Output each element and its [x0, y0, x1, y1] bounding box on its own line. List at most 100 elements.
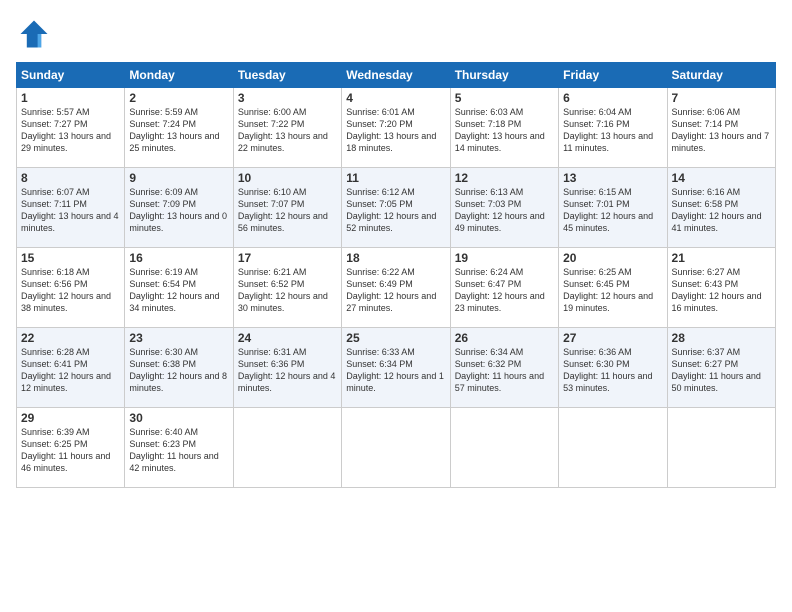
calendar-day-cell: 1 Sunrise: 5:57 AMSunset: 7:27 PMDayligh…	[17, 88, 125, 168]
calendar-day-cell: 8 Sunrise: 6:07 AMSunset: 7:11 PMDayligh…	[17, 168, 125, 248]
day-number: 5	[455, 91, 554, 105]
day-number: 23	[129, 331, 228, 345]
day-number: 4	[346, 91, 445, 105]
day-number: 28	[672, 331, 771, 345]
calendar-day-cell: 20 Sunrise: 6:25 AMSunset: 6:45 PMDaylig…	[559, 248, 667, 328]
calendar-day-cell: 22 Sunrise: 6:28 AMSunset: 6:41 PMDaylig…	[17, 328, 125, 408]
day-info: Sunrise: 6:10 AMSunset: 7:07 PMDaylight:…	[238, 186, 337, 235]
day-info: Sunrise: 6:25 AMSunset: 6:45 PMDaylight:…	[563, 266, 662, 315]
day-info: Sunrise: 6:34 AMSunset: 6:32 PMDaylight:…	[455, 346, 554, 395]
weekday-header: Saturday	[667, 63, 775, 88]
day-info: Sunrise: 6:22 AMSunset: 6:49 PMDaylight:…	[346, 266, 445, 315]
day-number: 30	[129, 411, 228, 425]
calendar-day-cell	[342, 408, 450, 488]
calendar-day-cell: 2 Sunrise: 5:59 AMSunset: 7:24 PMDayligh…	[125, 88, 233, 168]
calendar-day-cell	[667, 408, 775, 488]
calendar-day-cell: 15 Sunrise: 6:18 AMSunset: 6:56 PMDaylig…	[17, 248, 125, 328]
day-info: Sunrise: 5:59 AMSunset: 7:24 PMDaylight:…	[129, 106, 228, 155]
day-info: Sunrise: 6:16 AMSunset: 6:58 PMDaylight:…	[672, 186, 771, 235]
day-info: Sunrise: 6:31 AMSunset: 6:36 PMDaylight:…	[238, 346, 337, 395]
calendar-day-cell: 29 Sunrise: 6:39 AMSunset: 6:25 PMDaylig…	[17, 408, 125, 488]
day-info: Sunrise: 6:13 AMSunset: 7:03 PMDaylight:…	[455, 186, 554, 235]
calendar-day-cell: 6 Sunrise: 6:04 AMSunset: 7:16 PMDayligh…	[559, 88, 667, 168]
day-number: 3	[238, 91, 337, 105]
day-info: Sunrise: 6:33 AMSunset: 6:34 PMDaylight:…	[346, 346, 445, 395]
day-number: 14	[672, 171, 771, 185]
day-info: Sunrise: 6:12 AMSunset: 7:05 PMDaylight:…	[346, 186, 445, 235]
weekday-header: Friday	[559, 63, 667, 88]
day-number: 25	[346, 331, 445, 345]
calendar-week-row: 15 Sunrise: 6:18 AMSunset: 6:56 PMDaylig…	[17, 248, 776, 328]
calendar-week-row: 22 Sunrise: 6:28 AMSunset: 6:41 PMDaylig…	[17, 328, 776, 408]
calendar-day-cell: 5 Sunrise: 6:03 AMSunset: 7:18 PMDayligh…	[450, 88, 558, 168]
calendar-day-cell: 10 Sunrise: 6:10 AMSunset: 7:07 PMDaylig…	[233, 168, 341, 248]
day-info: Sunrise: 6:30 AMSunset: 6:38 PMDaylight:…	[129, 346, 228, 395]
weekday-header: Monday	[125, 63, 233, 88]
calendar-day-cell	[559, 408, 667, 488]
day-number: 21	[672, 251, 771, 265]
weekday-header: Wednesday	[342, 63, 450, 88]
calendar-header-row: SundayMondayTuesdayWednesdayThursdayFrid…	[17, 63, 776, 88]
day-info: Sunrise: 6:39 AMSunset: 6:25 PMDaylight:…	[21, 426, 120, 475]
day-number: 15	[21, 251, 120, 265]
calendar-day-cell: 19 Sunrise: 6:24 AMSunset: 6:47 PMDaylig…	[450, 248, 558, 328]
calendar-day-cell: 13 Sunrise: 6:15 AMSunset: 7:01 PMDaylig…	[559, 168, 667, 248]
calendar-day-cell	[450, 408, 558, 488]
page: SundayMondayTuesdayWednesdayThursdayFrid…	[0, 0, 792, 612]
calendar-day-cell: 9 Sunrise: 6:09 AMSunset: 7:09 PMDayligh…	[125, 168, 233, 248]
day-number: 18	[346, 251, 445, 265]
day-number: 10	[238, 171, 337, 185]
calendar-day-cell: 30 Sunrise: 6:40 AMSunset: 6:23 PMDaylig…	[125, 408, 233, 488]
day-info: Sunrise: 6:27 AMSunset: 6:43 PMDaylight:…	[672, 266, 771, 315]
calendar-day-cell: 26 Sunrise: 6:34 AMSunset: 6:32 PMDaylig…	[450, 328, 558, 408]
day-number: 6	[563, 91, 662, 105]
calendar-day-cell: 23 Sunrise: 6:30 AMSunset: 6:38 PMDaylig…	[125, 328, 233, 408]
logo-icon	[16, 16, 52, 52]
calendar-day-cell: 14 Sunrise: 6:16 AMSunset: 6:58 PMDaylig…	[667, 168, 775, 248]
day-info: Sunrise: 6:24 AMSunset: 6:47 PMDaylight:…	[455, 266, 554, 315]
day-number: 24	[238, 331, 337, 345]
logo	[16, 16, 56, 52]
calendar-day-cell: 16 Sunrise: 6:19 AMSunset: 6:54 PMDaylig…	[125, 248, 233, 328]
weekday-header: Tuesday	[233, 63, 341, 88]
day-number: 20	[563, 251, 662, 265]
calendar-day-cell: 24 Sunrise: 6:31 AMSunset: 6:36 PMDaylig…	[233, 328, 341, 408]
day-info: Sunrise: 6:36 AMSunset: 6:30 PMDaylight:…	[563, 346, 662, 395]
calendar-day-cell: 17 Sunrise: 6:21 AMSunset: 6:52 PMDaylig…	[233, 248, 341, 328]
calendar-day-cell: 11 Sunrise: 6:12 AMSunset: 7:05 PMDaylig…	[342, 168, 450, 248]
calendar-week-row: 29 Sunrise: 6:39 AMSunset: 6:25 PMDaylig…	[17, 408, 776, 488]
weekday-header: Sunday	[17, 63, 125, 88]
day-info: Sunrise: 6:03 AMSunset: 7:18 PMDaylight:…	[455, 106, 554, 155]
day-number: 22	[21, 331, 120, 345]
day-info: Sunrise: 6:07 AMSunset: 7:11 PMDaylight:…	[21, 186, 120, 235]
day-info: Sunrise: 6:09 AMSunset: 7:09 PMDaylight:…	[129, 186, 228, 235]
calendar-day-cell: 28 Sunrise: 6:37 AMSunset: 6:27 PMDaylig…	[667, 328, 775, 408]
calendar-day-cell	[233, 408, 341, 488]
weekday-header: Thursday	[450, 63, 558, 88]
day-info: Sunrise: 6:28 AMSunset: 6:41 PMDaylight:…	[21, 346, 120, 395]
day-number: 29	[21, 411, 120, 425]
day-number: 12	[455, 171, 554, 185]
day-number: 17	[238, 251, 337, 265]
day-info: Sunrise: 6:40 AMSunset: 6:23 PMDaylight:…	[129, 426, 228, 475]
day-info: Sunrise: 6:21 AMSunset: 6:52 PMDaylight:…	[238, 266, 337, 315]
day-info: Sunrise: 6:37 AMSunset: 6:27 PMDaylight:…	[672, 346, 771, 395]
day-number: 9	[129, 171, 228, 185]
day-info: Sunrise: 6:01 AMSunset: 7:20 PMDaylight:…	[346, 106, 445, 155]
calendar-day-cell: 4 Sunrise: 6:01 AMSunset: 7:20 PMDayligh…	[342, 88, 450, 168]
calendar-day-cell: 18 Sunrise: 6:22 AMSunset: 6:49 PMDaylig…	[342, 248, 450, 328]
day-number: 19	[455, 251, 554, 265]
calendar-day-cell: 27 Sunrise: 6:36 AMSunset: 6:30 PMDaylig…	[559, 328, 667, 408]
day-number: 8	[21, 171, 120, 185]
day-number: 11	[346, 171, 445, 185]
day-info: Sunrise: 6:18 AMSunset: 6:56 PMDaylight:…	[21, 266, 120, 315]
calendar-day-cell: 21 Sunrise: 6:27 AMSunset: 6:43 PMDaylig…	[667, 248, 775, 328]
calendar-day-cell: 25 Sunrise: 6:33 AMSunset: 6:34 PMDaylig…	[342, 328, 450, 408]
header	[16, 16, 776, 52]
calendar-week-row: 8 Sunrise: 6:07 AMSunset: 7:11 PMDayligh…	[17, 168, 776, 248]
day-info: Sunrise: 6:19 AMSunset: 6:54 PMDaylight:…	[129, 266, 228, 315]
day-number: 26	[455, 331, 554, 345]
calendar-day-cell: 7 Sunrise: 6:06 AMSunset: 7:14 PMDayligh…	[667, 88, 775, 168]
day-info: Sunrise: 5:57 AMSunset: 7:27 PMDaylight:…	[21, 106, 120, 155]
day-number: 1	[21, 91, 120, 105]
